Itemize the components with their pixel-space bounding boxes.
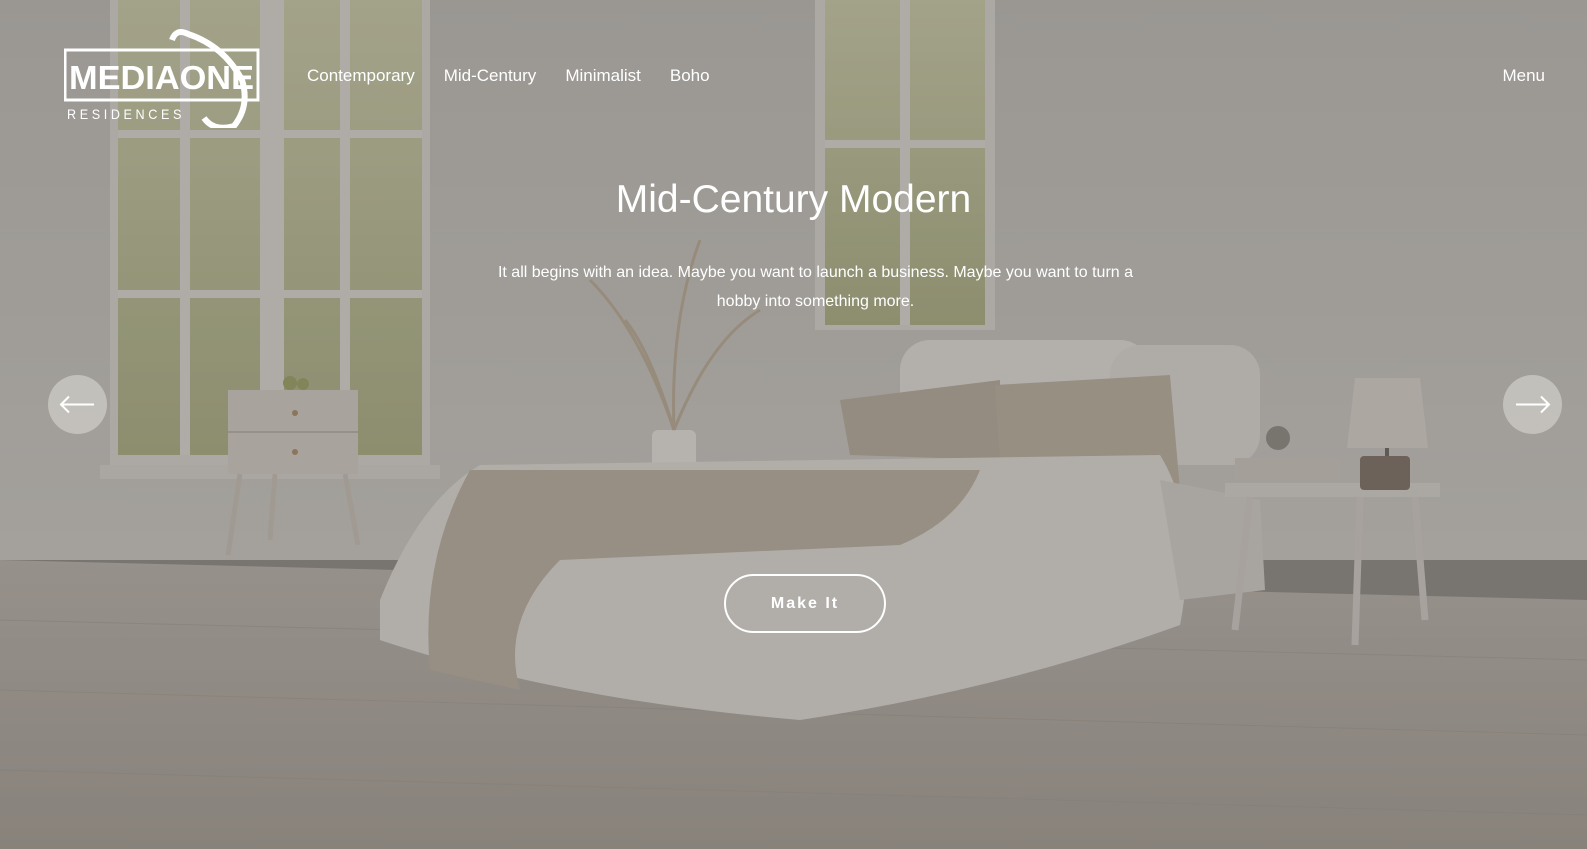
nav-item-mid-century[interactable]: Mid-Century bbox=[444, 66, 537, 86]
hero-subtitle: It all begins with an idea. Maybe you wa… bbox=[497, 264, 1134, 310]
next-slide-button[interactable] bbox=[1503, 375, 1562, 434]
hero-title: Mid-Century Modern bbox=[615, 178, 972, 221]
nav-item-minimalist[interactable]: Minimalist bbox=[565, 66, 641, 86]
menu-toggle[interactable]: Menu bbox=[1502, 66, 1545, 86]
mediaone-residences-logo[interactable]: MEDIAONE RESIDENCES bbox=[64, 28, 264, 128]
arrow-left-icon bbox=[59, 395, 94, 414]
svg-text:RESIDENCES: RESIDENCES bbox=[67, 106, 185, 122]
svg-text:MEDIAONE: MEDIAONE bbox=[69, 59, 254, 96]
arrow-right-icon bbox=[1516, 395, 1551, 414]
nav-item-boho[interactable]: Boho bbox=[670, 66, 710, 86]
make-it-button[interactable]: Make It bbox=[724, 574, 886, 633]
main-nav: Contemporary Mid-Century Minimalist Boho bbox=[307, 66, 710, 86]
nav-item-contemporary[interactable]: Contemporary bbox=[307, 66, 415, 86]
previous-slide-button[interactable] bbox=[48, 375, 107, 434]
hero-slideshow: MEDIAONE RESIDENCES Contemporary Mid-Cen… bbox=[0, 0, 1587, 849]
